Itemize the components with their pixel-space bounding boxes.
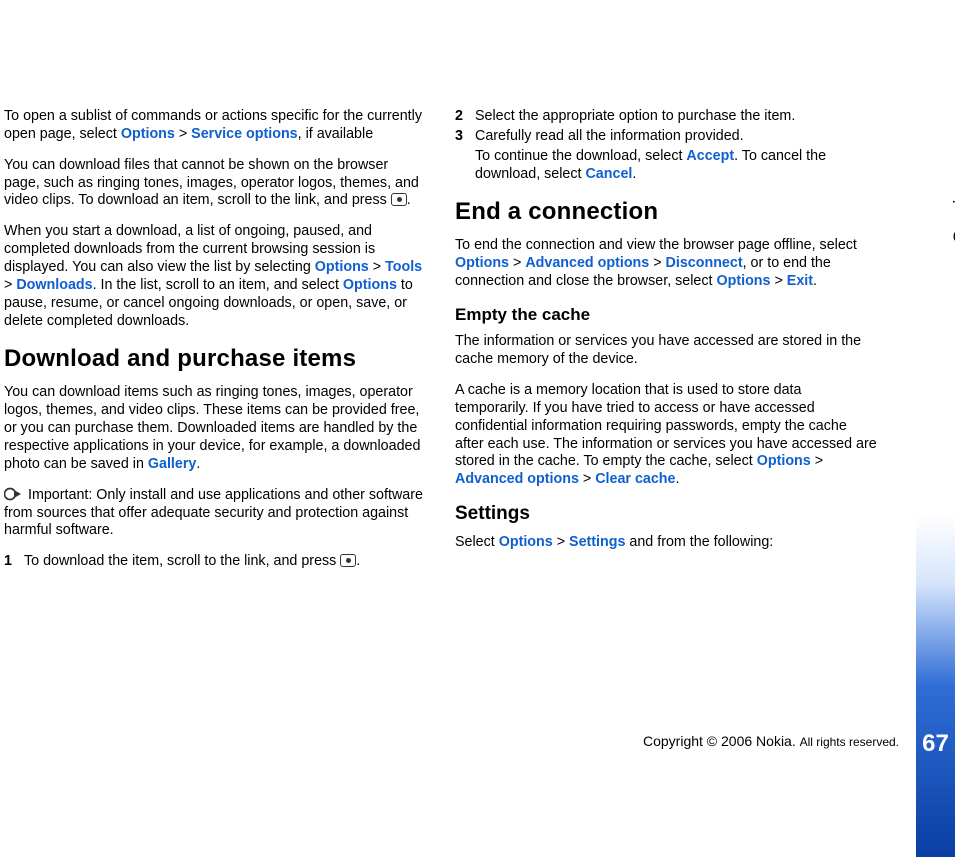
step-2: 2 Select the appropriate option to purch… <box>455 108 878 126</box>
keyword-options: Options <box>121 126 175 142</box>
paragraph-service-options: To open a sublist of commands or actions… <box>4 108 427 144</box>
step-body: Carefully read all the information provi… <box>475 128 878 146</box>
page: To open a sublist of commands or actions… <box>0 0 955 857</box>
page-number: 67 <box>916 730 955 758</box>
step-number: 1 <box>4 553 24 571</box>
keyword-advanced-options: Advanced options <box>455 471 579 487</box>
text: . <box>196 456 200 472</box>
gt: > <box>4 277 16 293</box>
text: You can download items such as ringing t… <box>4 384 420 471</box>
gt: > <box>175 126 191 142</box>
text: . <box>632 166 636 182</box>
content-area: To open a sublist of commands or actions… <box>0 0 916 857</box>
text: , if available <box>298 126 374 142</box>
sidebar: Services 67 <box>916 0 955 857</box>
paragraph-settings: Select Options > Settings and from the f… <box>455 534 878 552</box>
keyword-gallery: Gallery <box>148 456 196 472</box>
gt: > <box>811 453 823 469</box>
copyright-small: All rights reserved. <box>800 735 899 749</box>
text: Select <box>455 534 499 550</box>
paragraph-download-items: You can download items such as ringing t… <box>4 384 427 473</box>
step-body: To download the item, scroll to the link… <box>24 553 427 571</box>
text: To continue the download, select <box>475 148 686 164</box>
keyword-clear-cache: Clear cache <box>595 471 675 487</box>
gt: > <box>579 471 595 487</box>
paragraph-important: Important: Only install and use applicat… <box>4 487 427 541</box>
keyword-options: Options <box>455 255 509 271</box>
text: and from the following: <box>625 534 773 550</box>
keyword-options: Options <box>499 534 553 550</box>
press-button-icon <box>340 554 356 567</box>
keyword-tools: Tools <box>385 259 422 275</box>
keyword-settings: Settings <box>569 534 625 550</box>
text: . <box>356 553 360 569</box>
keyword-disconnect: Disconnect <box>666 255 743 271</box>
keyword-downloads: Downloads <box>16 277 92 293</box>
step-number: 3 <box>455 128 475 146</box>
paragraph-download-files: You can download files that cannot be sh… <box>4 157 427 211</box>
text: Carefully read all the information provi… <box>475 128 744 144</box>
heading-end-connection: End a connection <box>455 197 878 227</box>
text: To end the connection and view the brows… <box>455 237 857 253</box>
keyword-cancel: Cancel <box>585 166 632 182</box>
press-button-icon <box>391 193 407 206</box>
text: You can download files that cannot be sh… <box>4 157 419 209</box>
paragraph-cache-info: The information or services you have acc… <box>455 333 878 369</box>
paragraph-cache-details: A cache is a memory location that is use… <box>455 382 878 489</box>
keyword-advanced-options: Advanced options <box>525 255 649 271</box>
keyword-options: Options <box>716 273 770 289</box>
left-column: To open a sublist of commands or actions… <box>4 108 427 857</box>
text: . <box>676 471 680 487</box>
heading-download-purchase: Download and purchase items <box>4 344 427 374</box>
paragraph-download-list: When you start a download, a list of ong… <box>4 223 427 330</box>
heading-empty-cache: Empty the cache <box>455 304 878 325</box>
keyword-options: Options <box>315 259 369 275</box>
keyword-options: Options <box>343 277 397 293</box>
text: . <box>813 273 817 289</box>
gt: > <box>771 273 787 289</box>
step-1: 1 To download the item, scroll to the li… <box>4 553 427 571</box>
gt: > <box>649 255 665 271</box>
gt: > <box>509 255 525 271</box>
step-number: 2 <box>455 108 475 126</box>
paragraph-end-connection: To end the connection and view the brows… <box>455 237 878 291</box>
text: To download the item, scroll to the link… <box>24 553 340 569</box>
keyword-options: Options <box>757 453 811 469</box>
gt: > <box>553 534 569 550</box>
keyword-exit: Exit <box>787 273 813 289</box>
heading-settings: Settings <box>455 502 878 526</box>
text: . In the list, scroll to an item, and se… <box>93 277 343 293</box>
text: Important: Only install and use applicat… <box>4 487 423 539</box>
step-body: Select the appropriate option to purchas… <box>475 108 878 126</box>
step-3: 3 Carefully read all the information pro… <box>455 128 878 146</box>
copyright: Copyright © 2006 Nokia. All rights reser… <box>643 733 899 749</box>
gt: > <box>369 259 385 275</box>
text: . <box>407 192 411 208</box>
chapter-label: Services <box>951 170 955 243</box>
important-icon <box>4 487 22 501</box>
keyword-accept: Accept <box>686 148 734 164</box>
keyword-service-options: Service options <box>191 126 297 142</box>
copyright-text: Copyright © 2006 Nokia. <box>643 733 800 749</box>
step-3-continued: To continue the download, select Accept.… <box>475 148 878 184</box>
